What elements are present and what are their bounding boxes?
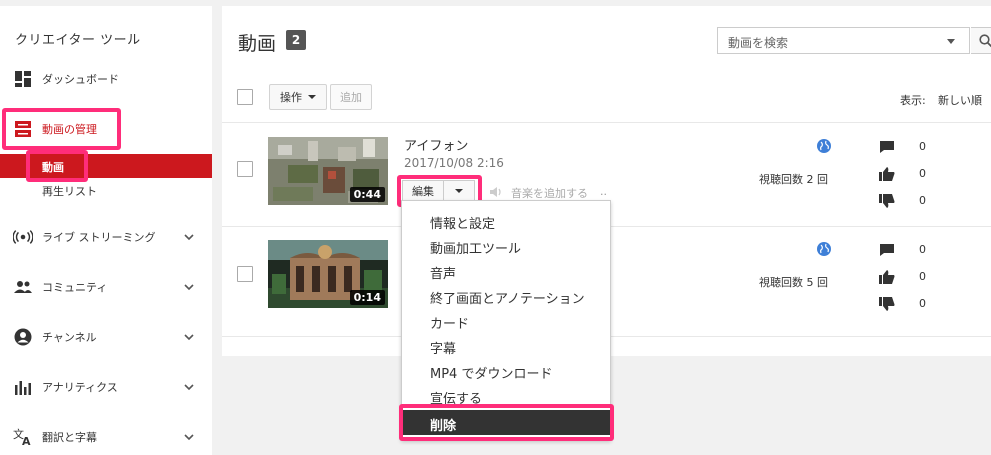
sidebar-item-analytics[interactable]: アナリティクス (0, 372, 212, 402)
add-label: 追加 (340, 91, 362, 104)
menu-item-label: 動画加工ツール (430, 242, 522, 257)
sidebar-item-translations[interactable]: 文A 翻訳と字幕 (0, 422, 212, 452)
video-title[interactable]: アイフォン (404, 135, 468, 154)
chevron-down-icon[interactable] (184, 432, 194, 442)
menu-item-download-mp4[interactable]: MP4 でダウンロード (402, 358, 610, 383)
search-options-dropdown[interactable] (947, 39, 955, 44)
menu-item-label: カード (430, 317, 470, 332)
menu-item-label: MP4 でダウンロード (430, 367, 553, 382)
sidebar-item-label: 翻訳と字幕 (42, 431, 97, 444)
view-count: 視聴回数 2 回 (759, 173, 828, 186)
sidebar-item-community[interactable]: コミュニティ (0, 272, 212, 302)
search-placeholder: 動画を検索 (728, 36, 789, 50)
video-thumbnail[interactable]: 0:44 (268, 137, 388, 205)
chevron-down-icon (455, 189, 463, 193)
menu-item-label: 情報と設定 (430, 217, 496, 232)
sort-select[interactable]: 新しい順 (938, 92, 982, 108)
sidebar-item-label: チャンネル (42, 331, 97, 344)
sidebar-item-channel[interactable]: チャンネル (0, 322, 212, 352)
thumbs-down-icon (879, 297, 895, 311)
chevron-down-icon[interactable] (184, 382, 194, 392)
select-all-checkbox[interactable] (237, 89, 253, 105)
sidebar-item-dashboard[interactable]: ダッシュボード (0, 64, 212, 94)
menu-item-promote[interactable]: 宣伝する (402, 383, 610, 408)
thumbs-up-icon (879, 270, 895, 284)
sidebar-subitem-playlists[interactable]: 再生リスト (0, 178, 212, 202)
like-count: 0 (919, 167, 926, 180)
video-date: 2017/10/08 2:16 (404, 156, 504, 170)
dislike-count: 0 (919, 194, 926, 207)
video-manager-icon (13, 119, 33, 139)
actions-button[interactable]: 操作 (269, 84, 327, 110)
search-button[interactable] (971, 27, 991, 54)
menu-item-cards[interactable]: カード (402, 308, 610, 333)
chevron-down-icon[interactable] (184, 282, 194, 292)
menu-item-subtitles[interactable]: 字幕 (402, 333, 610, 358)
sidebar-subitem-label: 動画 (42, 161, 64, 174)
view-count: 視聴回数 5 回 (759, 276, 828, 289)
page-title: 動画 (238, 33, 277, 55)
svg-text:A: A (22, 435, 31, 446)
menu-item-label: 字幕 (430, 342, 457, 357)
sidebar-item-label: 動画の管理 (42, 123, 97, 136)
row-checkbox[interactable] (237, 266, 253, 282)
edit-button[interactable]: 編集 (402, 180, 444, 202)
chevron-down-icon[interactable] (184, 332, 194, 342)
live-icon (13, 227, 33, 247)
actions-label: 操作 (280, 91, 302, 104)
menu-item-label: 音声 (430, 267, 457, 282)
search-input[interactable]: 動画を検索 (717, 27, 970, 54)
video-count-badge: 2 (286, 30, 306, 50)
menu-item-label: 宣伝する (430, 392, 483, 407)
chevron-down-icon (308, 95, 316, 99)
more-link[interactable]: .. (600, 185, 607, 198)
translate-icon: 文A (13, 427, 33, 447)
row-checkbox[interactable] (237, 161, 253, 177)
menu-item-end-screen[interactable]: 終了画面とアノテーション (402, 283, 610, 308)
video-duration: 0:44 (349, 187, 385, 202)
menu-item-enhancements[interactable]: 動画加工ツール (402, 233, 610, 258)
sidebar-item-label: ライブ ストリーミング (42, 231, 156, 244)
search-icon (979, 34, 991, 48)
sidebar: クリエイター ツール ダッシュボード 動画の管理 動画 再生リスト ライブ スト… (0, 6, 212, 455)
video-duration: 0:14 (349, 290, 385, 305)
sidebar-item-label: ダッシュボード (42, 73, 119, 86)
globe-icon (817, 139, 831, 153)
speaker-icon (490, 187, 501, 197)
menu-item-label: 終了画面とアノテーション (430, 292, 585, 307)
comment-icon (880, 244, 894, 256)
divider (222, 122, 991, 123)
community-icon (13, 277, 33, 297)
sidebar-subitem-videos[interactable]: 動画 (0, 154, 212, 178)
sort-label: 表示: (900, 94, 926, 107)
add-music-link[interactable]: 音楽を追加する (511, 185, 588, 201)
comment-count: 0 (919, 243, 926, 256)
globe-icon (817, 242, 831, 256)
edit-label: 編集 (412, 185, 434, 198)
dashboard-icon (13, 69, 33, 89)
analytics-icon (13, 377, 33, 397)
comment-count: 0 (919, 140, 926, 153)
sidebar-item-label: アナリティクス (42, 381, 118, 394)
comment-icon (880, 141, 894, 153)
video-thumbnail[interactable]: 0:14 (268, 240, 388, 308)
menu-item-delete[interactable]: 削除 (402, 410, 610, 435)
sidebar-title: クリエイター ツール (15, 33, 141, 48)
thumbs-down-icon (879, 194, 895, 208)
edit-dropdown-menu: 情報と設定 動画加工ツール 音声 終了画面とアノテーション カード 字幕 MP4… (401, 200, 611, 440)
add-button[interactable]: 追加 (330, 84, 372, 110)
menu-item-label: 削除 (430, 419, 457, 434)
thumbs-up-icon (879, 167, 895, 181)
sidebar-subitem-label: 再生リスト (42, 185, 97, 198)
chevron-down-icon[interactable] (184, 232, 194, 242)
menu-item-info-settings[interactable]: 情報と設定 (402, 208, 610, 233)
sidebar-item-label: コミュニティ (42, 281, 108, 294)
sidebar-item-video-manager[interactable]: 動画の管理 (0, 114, 212, 144)
sidebar-item-live[interactable]: ライブ ストリーミング (0, 222, 212, 252)
edit-menu-toggle[interactable] (443, 180, 475, 202)
dislike-count: 0 (919, 297, 926, 310)
channel-icon (13, 327, 33, 347)
menu-item-audio[interactable]: 音声 (402, 258, 610, 283)
like-count: 0 (919, 270, 926, 283)
